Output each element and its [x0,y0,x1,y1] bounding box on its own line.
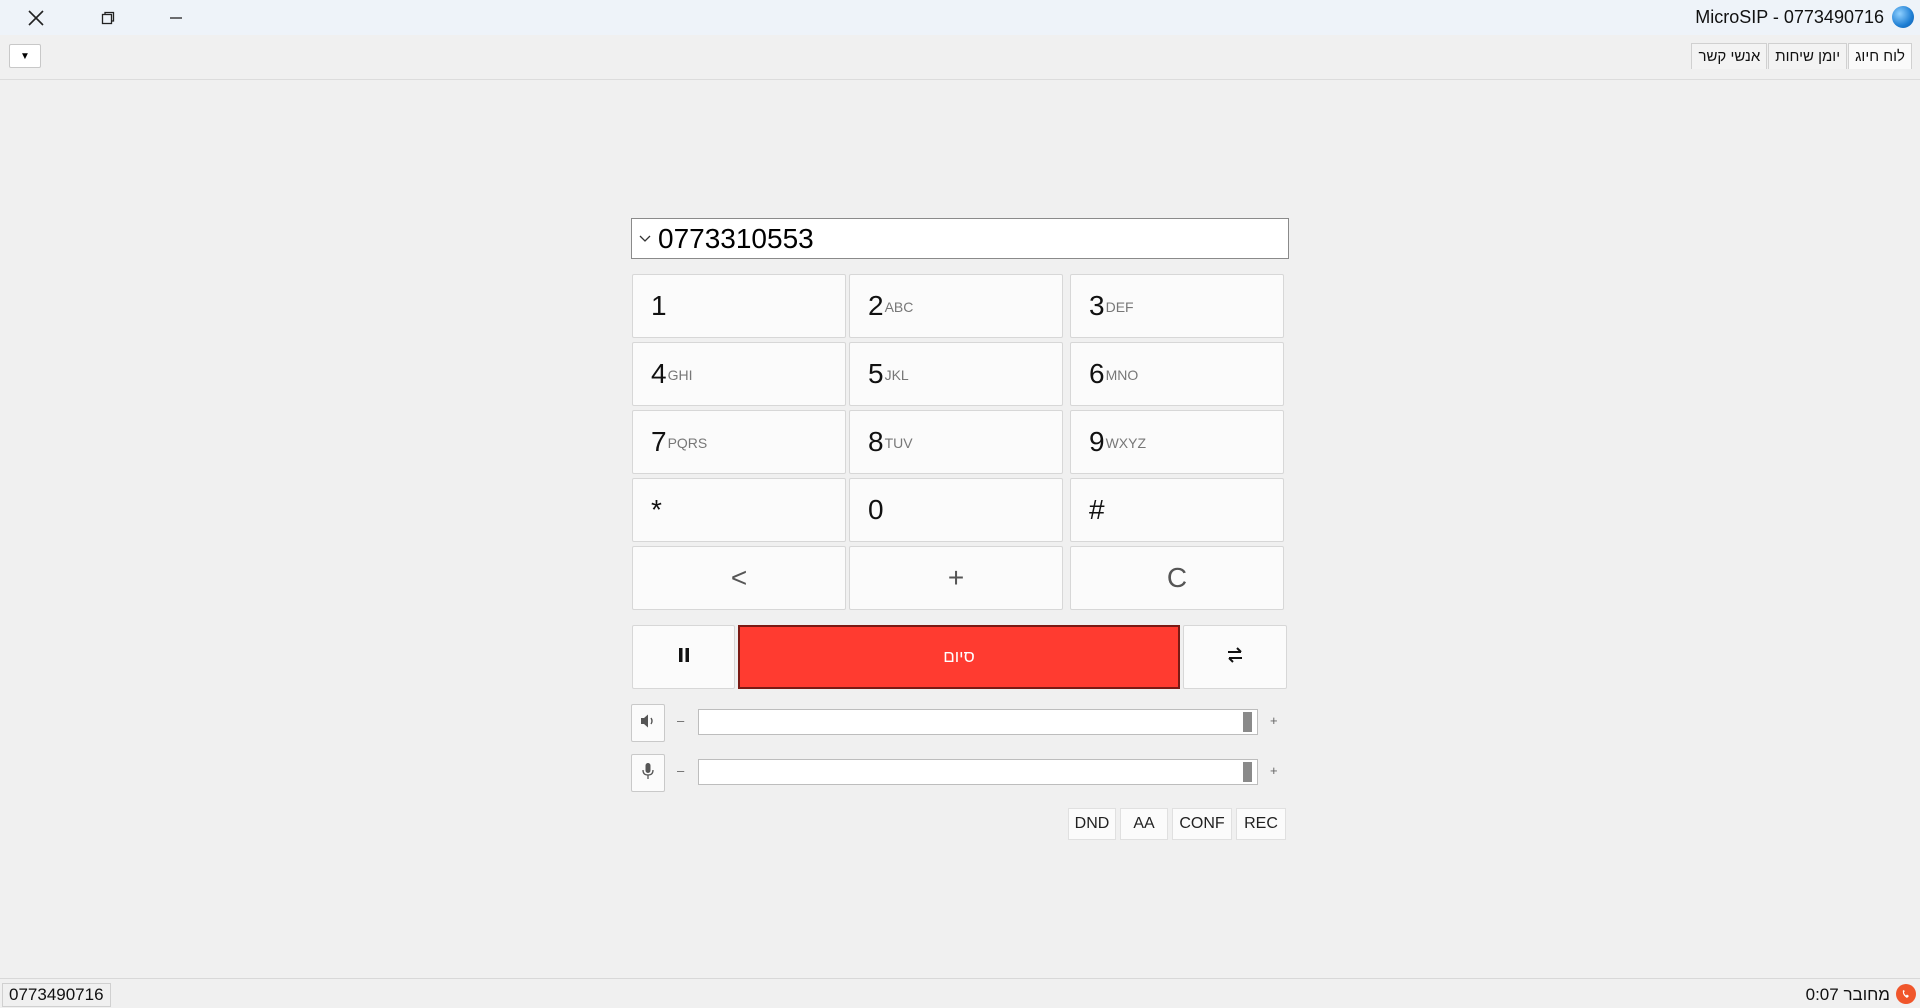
plus-label: + [947,562,965,593]
key-9[interactable]: 9 WXYZ [1070,410,1284,474]
key-letters: JKL [884,367,909,383]
key-digit: 6 [1089,358,1105,389]
speaker-mute-button[interactable] [631,704,665,742]
connected-status-icon [1896,984,1916,1004]
key-star[interactable]: * [632,478,846,542]
key-digit: # [1089,494,1105,525]
key-2[interactable]: 2 ABC [849,274,1063,338]
pause-icon [677,647,691,668]
speaker-icon [639,713,657,734]
key-digit: 4 [651,358,667,389]
key-letters: ABC [884,299,914,315]
clear-label: C [1166,562,1188,593]
conference-button[interactable]: CONF [1172,808,1232,840]
key-digit: * [651,494,662,525]
tab-contacts[interactable]: אנשי קשר [1691,43,1768,69]
clear-button[interactable]: C [1070,546,1284,610]
call-status: 0:07 מחובר [1806,985,1890,1005]
close-icon[interactable] [18,0,54,35]
key-letters: PQRS [667,435,708,451]
transfer-arrows-icon [1226,646,1244,669]
dnd-button[interactable]: DND [1068,808,1116,840]
title-bar: MicroSIP - 0773490716 [0,0,1920,35]
key-digit: 3 [1089,290,1105,321]
tab-strip: לוח חיוג יומן שיחות אנשי קשר [1690,43,1912,69]
tab-dialpad[interactable]: לוח חיוג [1848,43,1912,69]
key-letters: MNO [1105,367,1139,383]
key-digit: 7 [651,426,667,457]
mic-mute-button[interactable] [631,754,665,792]
key-0[interactable]: 0 [849,478,1063,542]
key-letters: DEF [1105,299,1134,315]
backspace-button[interactable]: < [632,546,846,610]
key-8[interactable]: 8 TUV [849,410,1063,474]
backspace-label: < [730,562,748,593]
key-4[interactable]: 4 GHI [632,342,846,406]
key-3[interactable]: 3 DEF [1070,274,1284,338]
microphone-icon [641,762,655,785]
account-number[interactable]: 0773490716 [2,983,111,1007]
speaker-plus: + [1270,713,1278,728]
key-digit: 0 [868,494,884,525]
slider-thumb[interactable] [1243,762,1252,782]
key-1[interactable]: 1 [632,274,846,338]
window-title: MicroSIP - 0773490716 [1695,7,1884,27]
number-value: 0773310553 [658,222,814,254]
key-digit: 1 [651,290,667,321]
transfer-button[interactable] [1183,625,1287,689]
slider-thumb[interactable] [1243,712,1252,732]
hold-button[interactable] [632,625,735,689]
toolbar: ▼ לוח חיוג יומן שיחות אנשי קשר [0,35,1920,80]
app-logo-icon [1892,6,1914,28]
status-bar: 0773490716 0:07 מחובר [0,978,1920,1008]
key-7[interactable]: 7 PQRS [632,410,846,474]
caret-down-icon: ▼ [20,50,30,62]
speaker-minus: – [677,713,685,728]
key-5[interactable]: 5 JKL [849,342,1063,406]
restore-icon[interactable] [90,0,126,35]
number-input[interactable]: 0773310553 [631,218,1289,259]
key-letters: GHI [667,367,693,383]
tab-call-log[interactable]: יומן שיחות [1768,43,1848,69]
mic-plus: + [1270,763,1278,778]
menu-dropdown-button[interactable]: ▼ [9,44,41,68]
key-digit: 2 [868,290,884,321]
plus-button[interactable]: + [849,546,1063,610]
mic-volume-slider[interactable] [698,759,1258,785]
key-digit: 5 [868,358,884,389]
chevron-down-icon[interactable] [632,232,658,246]
key-digit: 8 [868,426,884,457]
key-letters: WXYZ [1105,435,1147,451]
end-call-button[interactable]: סיום [738,625,1180,689]
call-state: מחובר [1843,985,1890,1004]
key-letters: TUV [884,435,913,451]
key-digit: 9 [1089,426,1105,457]
call-timer: 0:07 [1805,985,1839,1004]
auto-answer-button[interactable]: AA [1120,808,1168,840]
key-6[interactable]: 6 MNO [1070,342,1284,406]
speaker-volume-slider[interactable] [698,709,1258,735]
minimize-icon[interactable] [158,0,194,35]
mic-minus: – [677,763,685,778]
record-button[interactable]: REC [1236,808,1286,840]
key-hash[interactable]: # [1070,478,1284,542]
